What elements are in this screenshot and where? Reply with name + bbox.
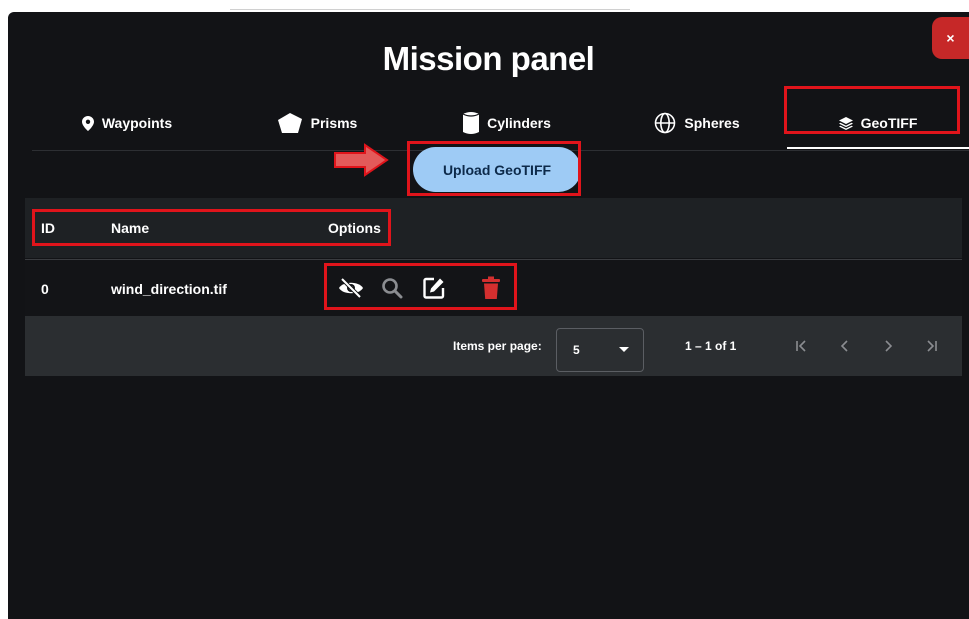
tab-label: Spheres (684, 115, 740, 131)
layers-icon (838, 116, 853, 130)
trash-icon[interactable] (477, 274, 505, 302)
paginator: Items per page: 5 1 – 1 of 1 (25, 316, 962, 376)
column-header-options: Options (328, 220, 381, 236)
search-icon[interactable] (378, 274, 406, 302)
tab-bar: Waypoints Prisms Cylinders Spheres GeoTI… (32, 95, 969, 151)
eye-slash-icon[interactable] (337, 274, 365, 302)
tab-geotiff[interactable]: GeoTIFF (787, 95, 969, 151)
close-button[interactable]: × (932, 17, 969, 59)
top-edge-line (230, 9, 630, 10)
panel-title: Mission panel (382, 40, 595, 77)
next-page-icon[interactable] (876, 334, 900, 358)
upload-geotiff-button[interactable]: Upload GeoTIFF (413, 147, 581, 192)
page-size-value: 5 (573, 343, 580, 357)
cell-name: wind_direction.tif (111, 280, 227, 297)
column-header-name[interactable]: Name (111, 198, 149, 258)
pentagon-icon (277, 112, 303, 134)
page-size-select[interactable]: 5 (556, 328, 644, 372)
table-row: 0 wind_direction.tif (25, 259, 962, 317)
items-per-page-label: Items per page: (453, 339, 542, 353)
range-label: 1 – 1 of 1 (685, 339, 737, 353)
cylinder-icon (463, 111, 480, 135)
tab-label: Prisms (310, 115, 358, 131)
column-header-id[interactable]: ID (41, 198, 55, 258)
edit-icon[interactable] (420, 274, 448, 302)
tab-cylinders[interactable]: Cylinders (412, 95, 602, 151)
first-page-icon[interactable] (789, 334, 813, 358)
tab-waypoints[interactable]: Waypoints (32, 95, 222, 151)
map-pin-icon (81, 115, 94, 131)
tab-label: GeoTIFF (860, 115, 918, 131)
cell-id: 0 (41, 280, 49, 297)
active-tab-indicator (787, 147, 969, 149)
tab-label: Cylinders (487, 115, 551, 131)
previous-page-icon[interactable] (833, 334, 857, 358)
tab-spheres[interactable]: Spheres (602, 95, 792, 151)
globe-icon (654, 112, 676, 134)
chevron-down-icon (619, 347, 629, 352)
arrow-right-icon (334, 143, 389, 177)
table-header: ID Name Options (25, 198, 962, 258)
tab-label: Waypoints (101, 115, 173, 131)
last-page-icon[interactable] (920, 334, 944, 358)
